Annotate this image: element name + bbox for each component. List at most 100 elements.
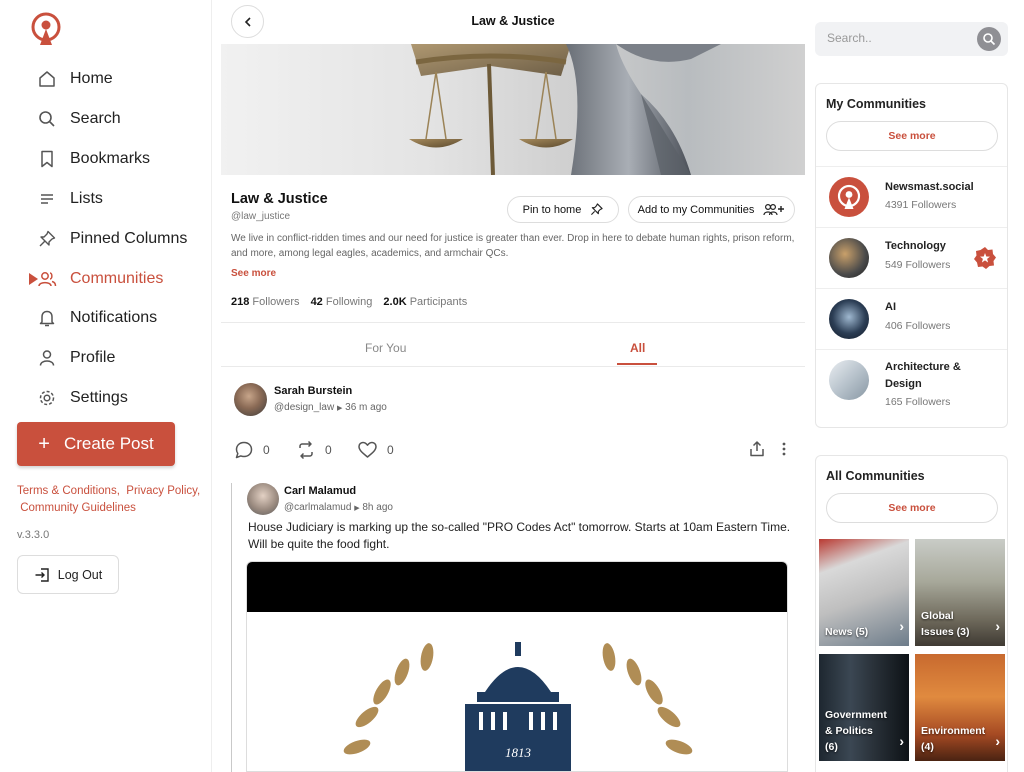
- search-icon: [36, 108, 58, 130]
- thread-line: [231, 483, 232, 772]
- community-guidelines-link[interactable]: Community Guidelines: [20, 502, 136, 514]
- community-tile-global-issues[interactable]: Global Issues (3) ›: [915, 539, 1005, 646]
- nav-home[interactable]: Home: [36, 64, 113, 94]
- community-handle: @law_justice: [231, 211, 291, 222]
- tab-for-you[interactable]: For You: [365, 341, 406, 355]
- boost-icon: [299, 440, 313, 460]
- back-button[interactable]: [231, 5, 264, 38]
- my-communities-see-more-button[interactable]: See more: [826, 121, 998, 151]
- gear-icon: [36, 387, 58, 409]
- star-badge-icon: [974, 247, 996, 269]
- divider: [221, 366, 805, 367]
- scales-of-justice-image: [409, 44, 721, 175]
- tab-all[interactable]: All: [630, 341, 645, 355]
- nav-notifications[interactable]: Notifications: [36, 303, 157, 333]
- followers-stat[interactable]: 218 Followers: [231, 296, 300, 308]
- sidebar: Home Search Bookmarks Lists Pinned Colum…: [0, 0, 212, 772]
- community-row[interactable]: Newsmast.social 4391 Followers: [816, 166, 1007, 227]
- search-button[interactable]: [977, 27, 1001, 51]
- reply-text: House Judiciary is marking up the so-cal…: [248, 520, 791, 551]
- comment-icon: [235, 441, 253, 459]
- logout-button[interactable]: Log Out: [17, 555, 119, 594]
- community-row[interactable]: Architecture & Design 165 Followers: [816, 349, 1007, 427]
- boost-button[interactable]: 0: [296, 440, 332, 460]
- nav-profile[interactable]: Profile: [36, 343, 115, 373]
- community-name: AI: [885, 301, 896, 313]
- nav-profile-label: Profile: [70, 349, 116, 366]
- post-author-name[interactable]: Sarah Burstein: [274, 385, 352, 397]
- home-icon: [36, 68, 58, 90]
- community-name: Newsmast.social: [885, 181, 974, 193]
- reply-button[interactable]: 0: [234, 440, 270, 460]
- share-icon: [750, 441, 764, 457]
- logout-label: Log Out: [57, 567, 103, 582]
- community-followers: 549 Followers: [885, 259, 951, 271]
- nav-communities[interactable]: Communities: [36, 264, 163, 294]
- post-media-image[interactable]: 1813: [246, 561, 788, 772]
- nav-settings[interactable]: Settings: [36, 383, 128, 413]
- more-options-button[interactable]: [781, 440, 796, 458]
- create-post-button[interactable]: + Create Post: [17, 422, 175, 466]
- community-avatar: [829, 360, 869, 400]
- add-to-my-communities-button[interactable]: Add to my Communities: [628, 196, 795, 223]
- my-communities-card: My Communities See more Newsmast.social …: [815, 83, 1008, 428]
- add-to-my-communities-label: Add to my Communities: [637, 203, 755, 216]
- nav-lists[interactable]: Lists: [36, 184, 103, 214]
- chevron-right-icon: ›: [995, 733, 1000, 749]
- terms-link[interactable]: Terms & Conditions,: [17, 485, 120, 497]
- community-description: We live in conflict-ridden times and our…: [231, 233, 795, 259]
- pin-icon: [36, 228, 58, 250]
- chevron-right-icon: ›: [995, 618, 1000, 634]
- avatar[interactable]: [234, 383, 267, 416]
- community-name: Technology: [885, 240, 946, 252]
- community-tile-government-politics[interactable]: Government & Politics (6) ›: [819, 654, 909, 761]
- reply-author-handle[interactable]: @carlmalamud: [284, 502, 351, 513]
- pin-to-home-button[interactable]: Pin to home: [507, 196, 619, 223]
- nav-search-label: Search: [70, 110, 121, 127]
- community-row[interactable]: Technology 549 Followers: [816, 227, 1007, 288]
- reply-author-name[interactable]: Carl Malamud: [284, 485, 356, 497]
- community-tile-environment[interactable]: Environment (4) ›: [915, 654, 1005, 761]
- nav-notifications-label: Notifications: [70, 309, 158, 326]
- main-column: Law & Justice Law & Justice @law_justice…: [221, 0, 805, 772]
- privacy-link[interactable]: Privacy Policy,: [126, 485, 200, 497]
- share-button[interactable]: [748, 440, 775, 458]
- community-row[interactable]: AI 406 Followers: [816, 288, 1007, 349]
- boost-count: 0: [325, 443, 332, 457]
- participants-stat[interactable]: 2.0K Participants: [383, 296, 467, 308]
- community-tile-news[interactable]: News (5) ›: [819, 539, 909, 646]
- nav-bookmarks[interactable]: Bookmarks: [36, 144, 150, 174]
- community-avatar: [829, 177, 869, 217]
- post-meta: @design_law ▶ 36 m ago: [274, 402, 387, 413]
- community-followers: 4391 Followers: [885, 199, 957, 211]
- bell-icon: [36, 307, 58, 329]
- newsmast-logo-icon[interactable]: [30, 12, 62, 46]
- reply-meta: @carlmalamud ▶ 8h ago: [284, 502, 393, 513]
- community-avatar: [829, 299, 869, 339]
- following-stat[interactable]: 42 Following: [311, 296, 373, 308]
- all-communities-see-more-button[interactable]: See more: [826, 493, 998, 523]
- description-see-more-link[interactable]: See more: [231, 268, 276, 279]
- like-count: 0: [387, 443, 394, 457]
- search-bar: [815, 22, 1008, 56]
- nav-search[interactable]: Search: [36, 104, 121, 134]
- plus-icon: +: [38, 432, 50, 455]
- page-title: Law & Justice: [471, 14, 555, 28]
- seal-year-text: 1813: [505, 745, 532, 760]
- communities-icon: [36, 268, 58, 290]
- avatar[interactable]: [247, 483, 279, 515]
- bookmark-icon: [36, 148, 58, 170]
- nav-home-label: Home: [70, 70, 113, 87]
- community-followers: 165 Followers: [885, 396, 951, 408]
- like-button[interactable]: 0: [357, 440, 394, 460]
- capitol-seal-image: 1813: [343, 642, 693, 771]
- post-author-handle[interactable]: @design_law: [274, 402, 334, 413]
- nav-settings-label: Settings: [70, 389, 128, 406]
- community-banner-image: [221, 44, 805, 175]
- search-input[interactable]: [827, 31, 967, 45]
- nav-pinned-columns[interactable]: Pinned Columns: [36, 224, 187, 254]
- nav-bookmarks-label: Bookmarks: [70, 150, 151, 167]
- caret-right-icon: ▶: [354, 505, 360, 512]
- community-name: Architecture & Design: [885, 361, 961, 390]
- app-version: v.3.3.0: [17, 529, 50, 541]
